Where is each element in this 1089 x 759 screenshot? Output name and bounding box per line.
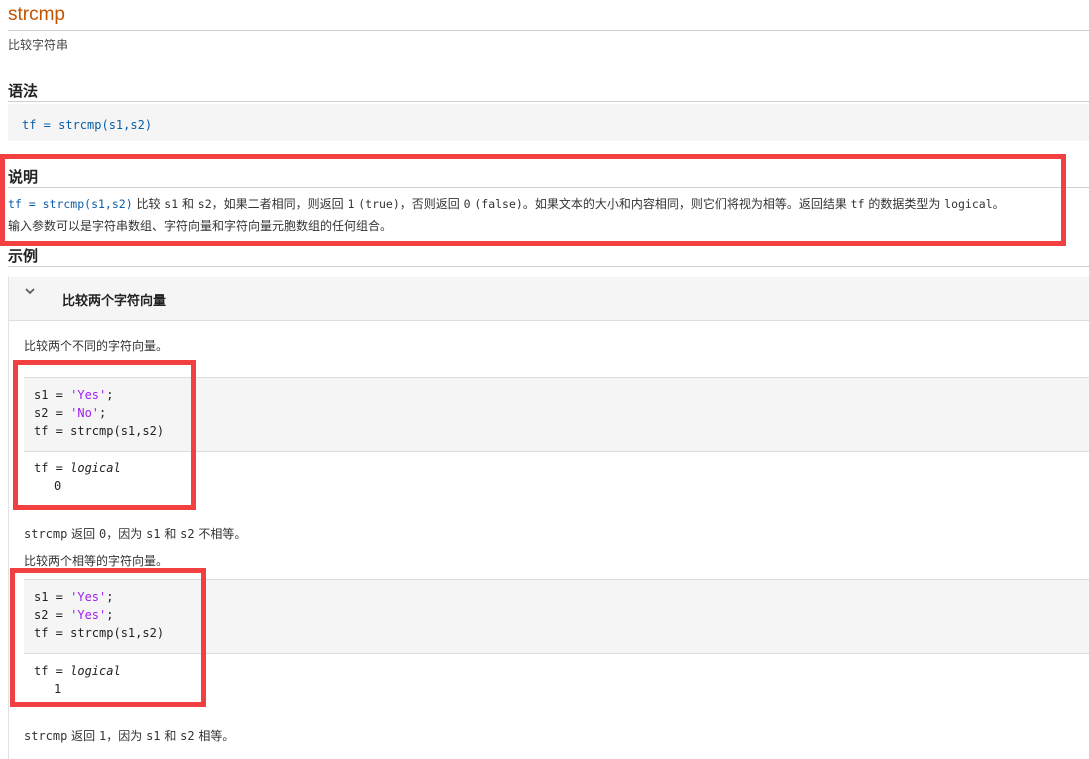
example-intro-2: 比较两个相等的字符向量。 [24, 554, 169, 568]
highlight-example-1-box [13, 360, 196, 510]
example-result-2: strcmp 返回 1，因为 s1 和 s2 相等。 [24, 729, 235, 743]
title-divider [8, 30, 1089, 31]
highlight-example-2-box [10, 568, 206, 707]
syntax-code[interactable]: tf = strcmp(s1,s2) [22, 118, 152, 132]
syntax-box [8, 104, 1089, 141]
page-title: strcmp [8, 4, 65, 25]
example-header[interactable] [9, 277, 1089, 321]
example-title[interactable]: 比较两个字符向量 [62, 290, 166, 309]
examples-heading: 示例 [8, 247, 39, 265]
example-intro-1: 比较两个不同的字符向量。 [24, 339, 169, 353]
chevron-down-icon[interactable] [24, 285, 36, 301]
syntax-heading: 语法 [8, 82, 39, 100]
examples-divider [8, 266, 1089, 267]
syntax-divider [8, 101, 1089, 102]
example-result-1: strcmp 返回 0，因为 s1 和 s2 不相等。 [24, 527, 247, 541]
highlight-description-box [0, 154, 1066, 246]
page-subtitle: 比较字符串 [8, 38, 69, 52]
